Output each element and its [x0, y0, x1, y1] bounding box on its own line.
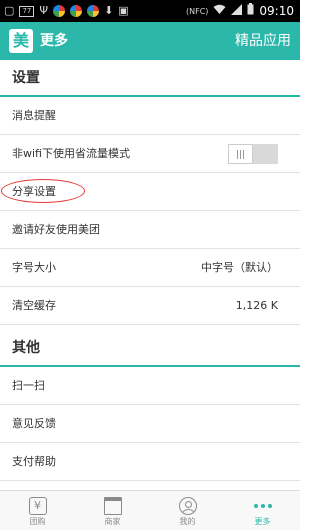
others-row-payment-help[interactable]: 支付帮助	[0, 443, 300, 481]
tab-tuangou[interactable]: ¥ 团购	[0, 491, 75, 530]
app-notification-icon-2	[70, 5, 83, 17]
toggle-knob	[228, 144, 253, 164]
tab-more[interactable]: 更多	[225, 491, 300, 530]
row-label: 扫一扫	[12, 379, 45, 392]
page-title: 更多	[40, 33, 68, 49]
settings-row-clear-cache[interactable]: 清空缓存 1,126 K	[0, 287, 300, 325]
others-row-feedback[interactable]: 意见反馈	[0, 405, 300, 443]
signal-icon	[231, 3, 243, 19]
row-label: 意见反馈	[12, 417, 56, 430]
settings-row-message-reminder[interactable]: 消息提醒	[0, 97, 300, 135]
status-left-icons: ▢ 77 Ψ ⬇ ▣	[4, 3, 129, 19]
usb-icon: Ψ	[39, 4, 49, 17]
more-icon	[253, 497, 272, 515]
settings-row-data-saver[interactable]: 非wifi下使用省流量模式	[0, 135, 300, 173]
bottom-tab-bar: ¥ 团购 商家 我的 更多	[0, 490, 300, 530]
row-label: 非wifi下使用省流量模式	[12, 147, 130, 160]
tab-label: 我的	[179, 517, 196, 526]
row-label: 支付帮助	[12, 455, 56, 468]
status-right-icons: (NFC) 09:10	[186, 3, 294, 19]
featured-apps-link[interactable]: 精品应用	[235, 31, 291, 51]
app-logo[interactable]: 美	[9, 29, 33, 53]
row-label: 邀请好友使用美团	[12, 223, 100, 236]
notification-count-icon: 77	[19, 5, 35, 17]
settings-row-font-size[interactable]: 字号大小 中字号（默认）	[0, 249, 300, 287]
app-notification-icon-3	[87, 5, 100, 17]
sim-card-icon: ▢	[4, 4, 15, 17]
settings-row-invite-friends[interactable]: 邀请好友使用美团	[0, 211, 300, 249]
app-header: 美 更多 精品应用	[0, 22, 300, 60]
tab-label: 团购	[29, 517, 46, 526]
font-size-value: 中字号（默认）	[201, 261, 278, 274]
tab-shop[interactable]: 商家	[75, 491, 150, 530]
data-saver-toggle[interactable]	[228, 144, 278, 164]
tuangou-icon: ¥	[28, 497, 47, 515]
section-title-others: 其他	[0, 330, 300, 367]
user-icon	[178, 497, 197, 515]
row-label: 字号大小	[12, 261, 56, 274]
others-row-scan[interactable]: 扫一扫	[0, 367, 300, 405]
download-icon: ⬇	[104, 4, 114, 17]
tab-mine[interactable]: 我的	[150, 491, 225, 530]
cache-size-value: 1,126 K	[235, 299, 278, 312]
tab-label: 更多	[254, 517, 271, 526]
app-notification-icon-1	[53, 5, 66, 17]
battery-icon	[247, 3, 254, 19]
row-label: 清空缓存	[12, 299, 56, 312]
highlight-annotation	[1, 179, 85, 203]
nfc-icon: (NFC)	[185, 6, 209, 16]
row-label: 消息提醒	[12, 109, 56, 122]
shop-icon	[103, 497, 122, 515]
wifi-icon	[213, 4, 226, 19]
status-time: 09:10	[259, 4, 294, 18]
section-title-settings: 设置	[0, 60, 300, 97]
status-bar: ▢ 77 Ψ ⬇ ▣ (NFC) 09:10	[0, 0, 300, 22]
tab-label: 商家	[104, 517, 121, 526]
app-notification-icon-4: ▣	[118, 4, 129, 17]
